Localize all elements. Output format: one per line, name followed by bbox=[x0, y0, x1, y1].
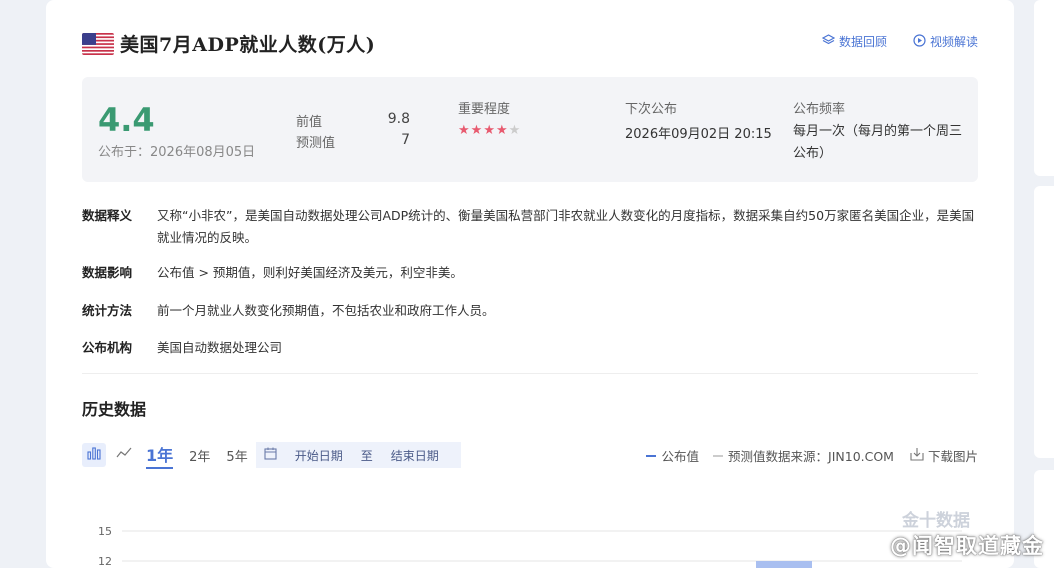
bar-chart-toggle[interactable] bbox=[82, 443, 106, 467]
info-key: 数据释义 bbox=[82, 208, 133, 223]
right-side-card bbox=[1034, 0, 1054, 176]
header-links: 数据回顾 视频解读 bbox=[821, 33, 978, 50]
data-review-label: 数据回顾 bbox=[838, 35, 887, 49]
legend-actual[interactable]: 公布值 bbox=[661, 446, 699, 465]
data-review-link[interactable]: 数据回顾 bbox=[821, 33, 887, 50]
info-value: 公布值 > 预期值，则利好美国经济及美元，利空非美。 bbox=[157, 265, 463, 280]
history-title: 历史数据 bbox=[82, 400, 147, 419]
previous-value: 9.8 bbox=[387, 111, 410, 127]
previous-label: 前值 bbox=[296, 115, 323, 130]
star-filled-icon: ★ bbox=[483, 123, 495, 138]
published-date: 公布于：2026年08月05日 bbox=[98, 145, 256, 160]
actual-value: 4.4 bbox=[98, 101, 155, 139]
star-filled-icon: ★ bbox=[458, 123, 470, 138]
frequency-label: 公布频率 bbox=[793, 102, 846, 117]
star-filled-icon: ★ bbox=[470, 123, 483, 138]
legend-forecast-swatch bbox=[713, 454, 723, 457]
next-release-label: 下次公布 bbox=[625, 102, 678, 117]
bar-latest bbox=[756, 561, 812, 568]
info-value: 美国自动数据处理公司 bbox=[157, 340, 283, 355]
play-icon bbox=[913, 33, 926, 50]
star-empty-icon: ★ bbox=[508, 123, 521, 138]
date-range-picker[interactable]: 开始日期 至 结束日期 bbox=[255, 442, 461, 468]
calendar-icon bbox=[264, 447, 277, 463]
end-date-input[interactable]: 结束日期 bbox=[391, 447, 439, 464]
info-row-publisher: 公布机构 美国自动数据处理公司 bbox=[82, 337, 977, 359]
info-key: 统计方法 bbox=[82, 303, 133, 318]
frequency-value: 每月一次（每月的第一个周三公布） bbox=[793, 124, 963, 161]
legend-actual-swatch bbox=[646, 454, 657, 457]
range-5y[interactable]: 5年 bbox=[226, 446, 247, 465]
to-label: 至 bbox=[360, 448, 373, 463]
watermark-handle: @闻智取道藏金 bbox=[890, 534, 1044, 558]
indicator-title: 美国7月ADP就业人数(万人) bbox=[120, 34, 376, 56]
line-chart-icon bbox=[116, 445, 132, 465]
star-filled-icon: ★ bbox=[495, 123, 508, 138]
range-1y[interactable]: 1年 bbox=[146, 442, 174, 469]
indicator-card: 美国7月ADP就业人数(万人) 数据回顾 视频解读 4.4 公布于：2026年0… bbox=[46, 0, 1014, 568]
info-row-definition: 数据释义 又称“小非农”，是美国自动数据处理公司ADP统计的、衡量美国私营部门非… bbox=[82, 205, 977, 249]
download-icon bbox=[910, 447, 924, 464]
watermark-logo: 金十数据 bbox=[902, 511, 970, 531]
chart-legend: 公布值 预测值 数据来源：JIN10.COM 下载图片 bbox=[646, 446, 978, 465]
summary-panel: 4.4 公布于：2026年08月05日 前值 9.8 预测值 7 重要程度 ★ ★… bbox=[82, 77, 978, 182]
download-image-button[interactable]: 下载图片 bbox=[928, 446, 978, 465]
info-row-method: 统计方法 前一个月就业人数变化预期值，不包括农业和政府工作人员。 bbox=[82, 300, 977, 322]
bar-chart-icon bbox=[86, 445, 102, 465]
forecast-value: 7 bbox=[401, 132, 410, 148]
info-value: 前一个月就业人数变化预期值，不包括农业和政府工作人员。 bbox=[157, 303, 495, 318]
importance-label: 重要程度 bbox=[458, 102, 511, 117]
next-release-value: 2026年09月02日 20:15 bbox=[625, 127, 772, 142]
indicator-header: 美国7月ADP就业人数(万人) bbox=[82, 30, 375, 57]
video-interpretation-link[interactable]: 视频解读 bbox=[913, 33, 978, 50]
info-value: 又称“小非农”，是美国自动数据处理公司ADP统计的、衡量美国私营部门非农就业人数… bbox=[157, 208, 975, 245]
y-tick-15: 15 bbox=[98, 525, 112, 538]
y-tick-12: 12 bbox=[98, 555, 112, 568]
history-toolbar: 1年 2年 5年 开始日期 至 结束日期 bbox=[82, 441, 461, 469]
divider bbox=[82, 373, 978, 374]
us-flag-icon bbox=[82, 32, 114, 55]
right-side-card bbox=[1034, 186, 1054, 458]
history-chart: 15 12 bbox=[98, 525, 962, 568]
video-interpretation-label: 视频解读 bbox=[929, 35, 978, 49]
importance-stars: ★ ★ ★ ★ ★ bbox=[458, 123, 520, 138]
info-row-impact: 数据影响 公布值 > 预期值，则利好美国经济及美元，利空非美。 bbox=[82, 262, 977, 284]
forecast-label: 预测值 bbox=[296, 136, 336, 151]
info-key: 数据影响 bbox=[82, 265, 133, 280]
start-date-input[interactable]: 开始日期 bbox=[295, 447, 343, 464]
range-2y[interactable]: 2年 bbox=[189, 446, 210, 465]
info-key: 公布机构 bbox=[82, 340, 133, 355]
data-source: 数据来源：JIN10.COM bbox=[765, 449, 894, 464]
layers-icon bbox=[821, 33, 836, 50]
legend-forecast[interactable]: 预测值 bbox=[728, 446, 766, 465]
line-chart-toggle[interactable] bbox=[112, 443, 136, 467]
